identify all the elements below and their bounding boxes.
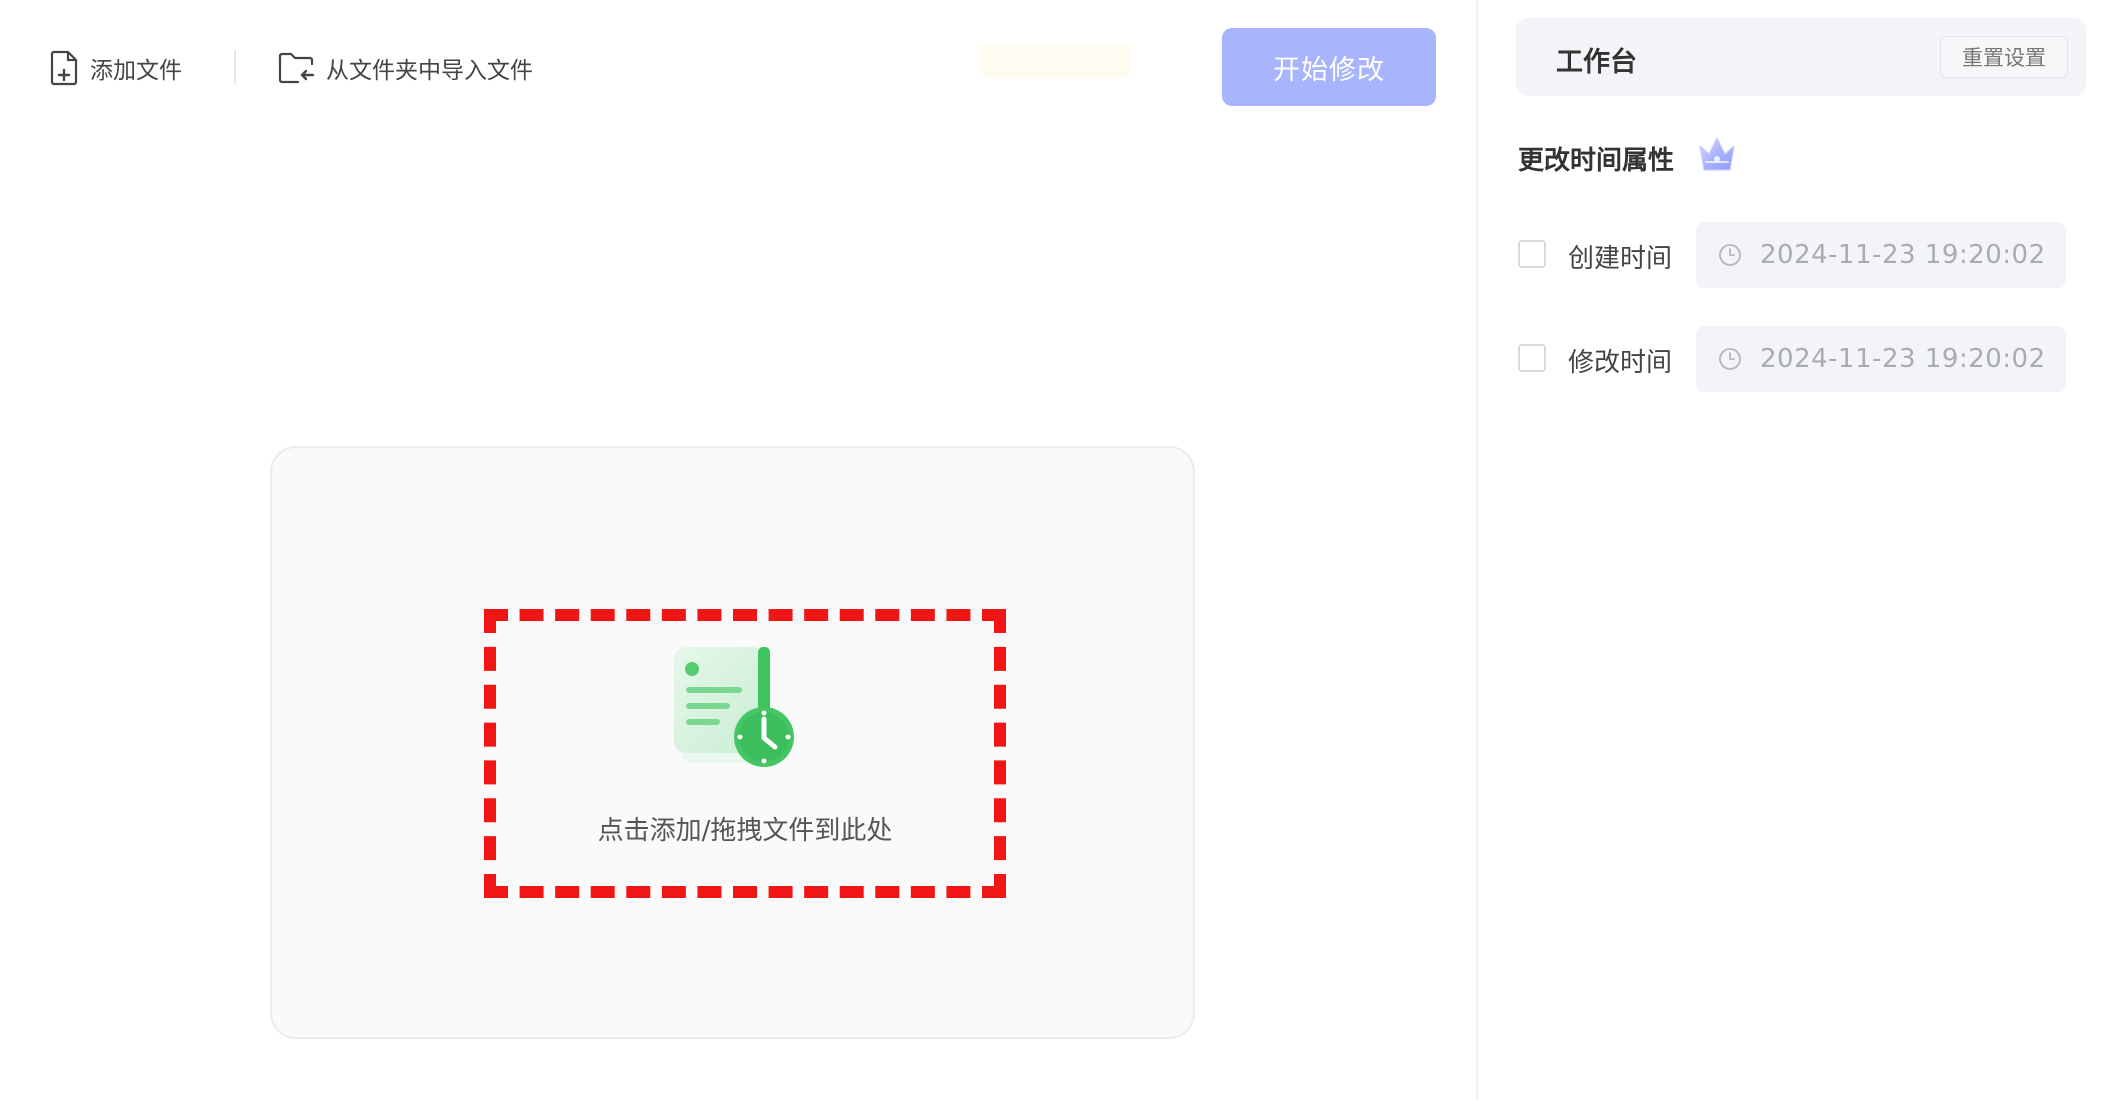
clock-icon	[1719, 244, 1741, 266]
panel-title: 工作台	[1556, 47, 1637, 78]
create-time-value: 2024-11-23 19:20:02	[1760, 240, 2046, 270]
modify-time-value: 2024-11-23 19:20:02	[1760, 344, 2046, 374]
modify-time-input[interactable]: 2024-11-23 19:20:02	[1696, 326, 2066, 392]
create-time-label: 创建时间	[1568, 244, 1673, 274]
file-clock-icon	[674, 647, 794, 767]
crown-icon	[1699, 137, 1735, 171]
file-plus-icon	[50, 50, 78, 86]
section-title: 更改时间属性	[1518, 146, 1675, 176]
import-folder-label: 从文件夹中导入文件	[326, 58, 533, 84]
create-time-input[interactable]: 2024-11-23 19:20:02	[1696, 222, 2066, 288]
clock-icon	[1719, 348, 1741, 370]
app-window: 添加文件 从文件夹中导入文件 开始修改 点击添加/拖拽文件到此处 工作台 重置设…	[0, 0, 2108, 1100]
folder-import-icon	[278, 52, 315, 84]
faded-banner	[980, 44, 1130, 78]
modify-time-checkbox[interactable]	[1518, 344, 1546, 372]
add-file-button[interactable]: 添加文件	[50, 48, 182, 88]
modify-time-row: 修改时间 2024-11-23 19:20:02	[1516, 326, 2088, 392]
add-file-label: 添加文件	[90, 58, 182, 84]
start-modify-button[interactable]: 开始修改	[1222, 28, 1436, 106]
panel-header: 工作台 重置设置	[1516, 18, 2086, 96]
reset-settings-button[interactable]: 重置设置	[1940, 36, 2068, 78]
dropzone-hint: 点击添加/拖拽文件到此处	[597, 816, 893, 846]
workbench-panel: 工作台 重置设置 更改时间属性 创建时间 2024-11-23 19:20:02…	[1478, 0, 2108, 1100]
import-folder-button[interactable]: 从文件夹中导入文件	[278, 48, 533, 88]
toolbar-divider	[234, 50, 236, 84]
create-time-row: 创建时间 2024-11-23 19:20:02	[1516, 222, 2088, 288]
modify-time-label: 修改时间	[1568, 348, 1673, 378]
main-area: 添加文件 从文件夹中导入文件 开始修改 点击添加/拖拽文件到此处	[0, 0, 1476, 1100]
create-time-checkbox[interactable]	[1518, 240, 1546, 268]
